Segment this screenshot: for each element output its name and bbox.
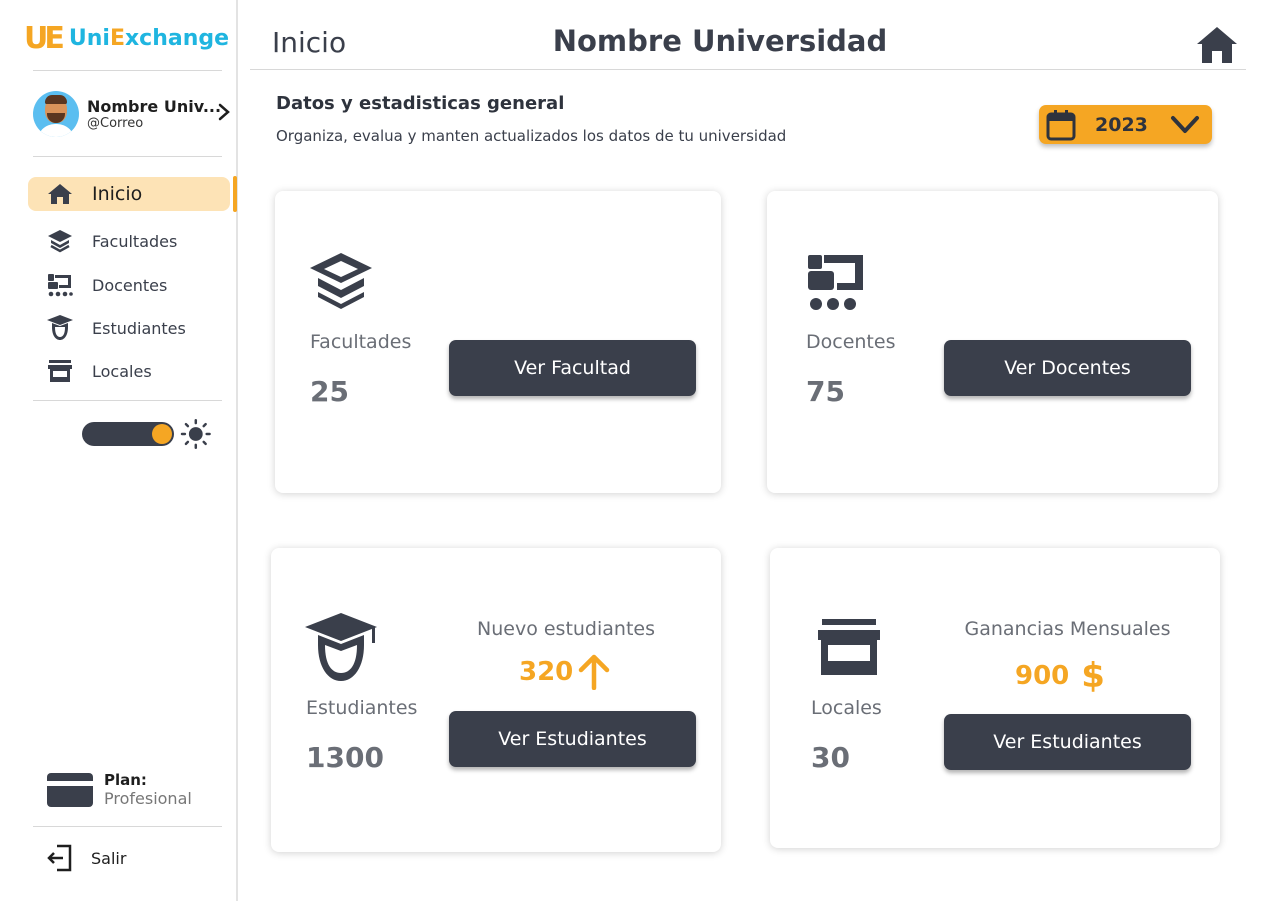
section-title: Datos y estadisticas general [276, 93, 565, 114]
university-name: Nombre Universidad [552, 24, 888, 58]
active-indicator [233, 176, 237, 212]
card-count: 25 [310, 375, 349, 408]
profile-name: Nombre Univ... [87, 96, 222, 116]
plan-value: Profesional [104, 788, 192, 808]
chevron-right-icon[interactable] [217, 102, 231, 122]
ver-estudiantes-button[interactable]: Ver Estudiantes [449, 711, 696, 767]
year-value: 2023 [1095, 113, 1148, 136]
stat-title: Nuevo estudiantes [477, 618, 655, 640]
profile-email: @Correo [87, 115, 144, 131]
credit-card-icon [47, 773, 93, 807]
sidebar-item-label: Estudiantes [92, 318, 186, 338]
theme-toggle[interactable] [50, 418, 212, 450]
app-logo[interactable]: UE UniExchange [24, 18, 229, 58]
ver-docentes-button[interactable]: Ver Docentes [944, 340, 1191, 396]
stat-number: 900 [1015, 661, 1070, 691]
store-icon [818, 619, 880, 675]
graduation-cap-icon [310, 253, 372, 309]
card-label: Docentes [806, 331, 896, 353]
logo-text: UniExchange [68, 25, 230, 51]
card-count: 75 [806, 375, 845, 408]
sidebar-item-label: Facultades [92, 231, 178, 251]
toggle-track[interactable] [81, 422, 175, 446]
ver-locales-button[interactable]: Ver Estudiantes [944, 714, 1191, 770]
sidebar-item-label: Docentes [92, 275, 168, 295]
plan-info: Plan: Profesional [47, 768, 227, 812]
stat-title: Ganancias Mensuales [964, 618, 1171, 640]
logo-mark: UE [24, 20, 65, 56]
card-label: Locales [811, 697, 882, 719]
section-subtitle: Organiza, evalua y manten actualizados l… [276, 127, 787, 145]
sidebar-divider [33, 826, 222, 827]
sidebar-divider [33, 400, 222, 401]
sidebar: UE UniExchange Nombre Univ... @Correo In… [0, 0, 238, 901]
docentes-card: Docentes 75 Ver Docentes [767, 191, 1218, 493]
plan-label: Plan: [104, 771, 147, 790]
toggle-knob[interactable] [152, 424, 173, 444]
teacher-board-icon [46, 273, 74, 297]
stat-value: 320 [519, 654, 611, 690]
sidebar-item-locales[interactable]: Locales [28, 354, 230, 388]
sidebar-divider [33, 70, 222, 71]
chevron-down-icon [1170, 115, 1199, 133]
stat-number: 320 [519, 657, 574, 687]
sidebar-item-label: Inicio [92, 183, 143, 205]
ver-facultad-button[interactable]: Ver Facultad [449, 340, 696, 396]
currency-symbol: $ [1081, 656, 1105, 696]
locales-card: Locales 30 Ganancias Mensuales 900 $ Ver… [770, 548, 1220, 848]
card-label: Facultades [310, 331, 412, 353]
sidebar-item-inicio[interactable]: Inicio [28, 177, 230, 211]
calendar-icon [1046, 109, 1076, 140]
sidebar-item-facultades[interactable]: Facultades [28, 224, 230, 258]
teacher-board-icon [808, 255, 863, 310]
stat-value: 900 $ [1015, 656, 1105, 696]
student-icon [46, 315, 74, 340]
page-title: Inicio [272, 26, 347, 59]
logout-button[interactable]: Salir [47, 842, 126, 874]
sun-icon [181, 418, 212, 450]
avatar [33, 91, 79, 137]
home-icon[interactable] [1196, 26, 1238, 64]
student-icon [305, 613, 377, 681]
estudiantes-card: Estudiantes 1300 Nuevo estudiantes 320 V… [271, 548, 721, 852]
logout-label: Salir [91, 848, 127, 868]
store-icon [46, 359, 74, 383]
facultades-card: Facultades 25 Ver Facultad [275, 191, 721, 493]
header-divider [250, 69, 1246, 70]
sidebar-divider [33, 156, 222, 157]
sidebar-item-label: Locales [92, 361, 152, 381]
logout-icon [47, 844, 72, 872]
moon-icon [54, 423, 66, 445]
year-select[interactable]: 2023 [1039, 105, 1212, 144]
card-label: Estudiantes [306, 697, 418, 719]
arrow-up-icon [579, 654, 610, 690]
profile-card[interactable]: Nombre Univ... @Correo [33, 90, 233, 138]
sidebar-item-estudiantes[interactable]: Estudiantes [28, 311, 230, 345]
sidebar-item-docentes[interactable]: Docentes [28, 268, 230, 302]
card-count: 1300 [306, 741, 384, 774]
home-icon [46, 182, 74, 206]
card-count: 30 [811, 741, 850, 774]
graduation-cap-icon [46, 229, 74, 253]
